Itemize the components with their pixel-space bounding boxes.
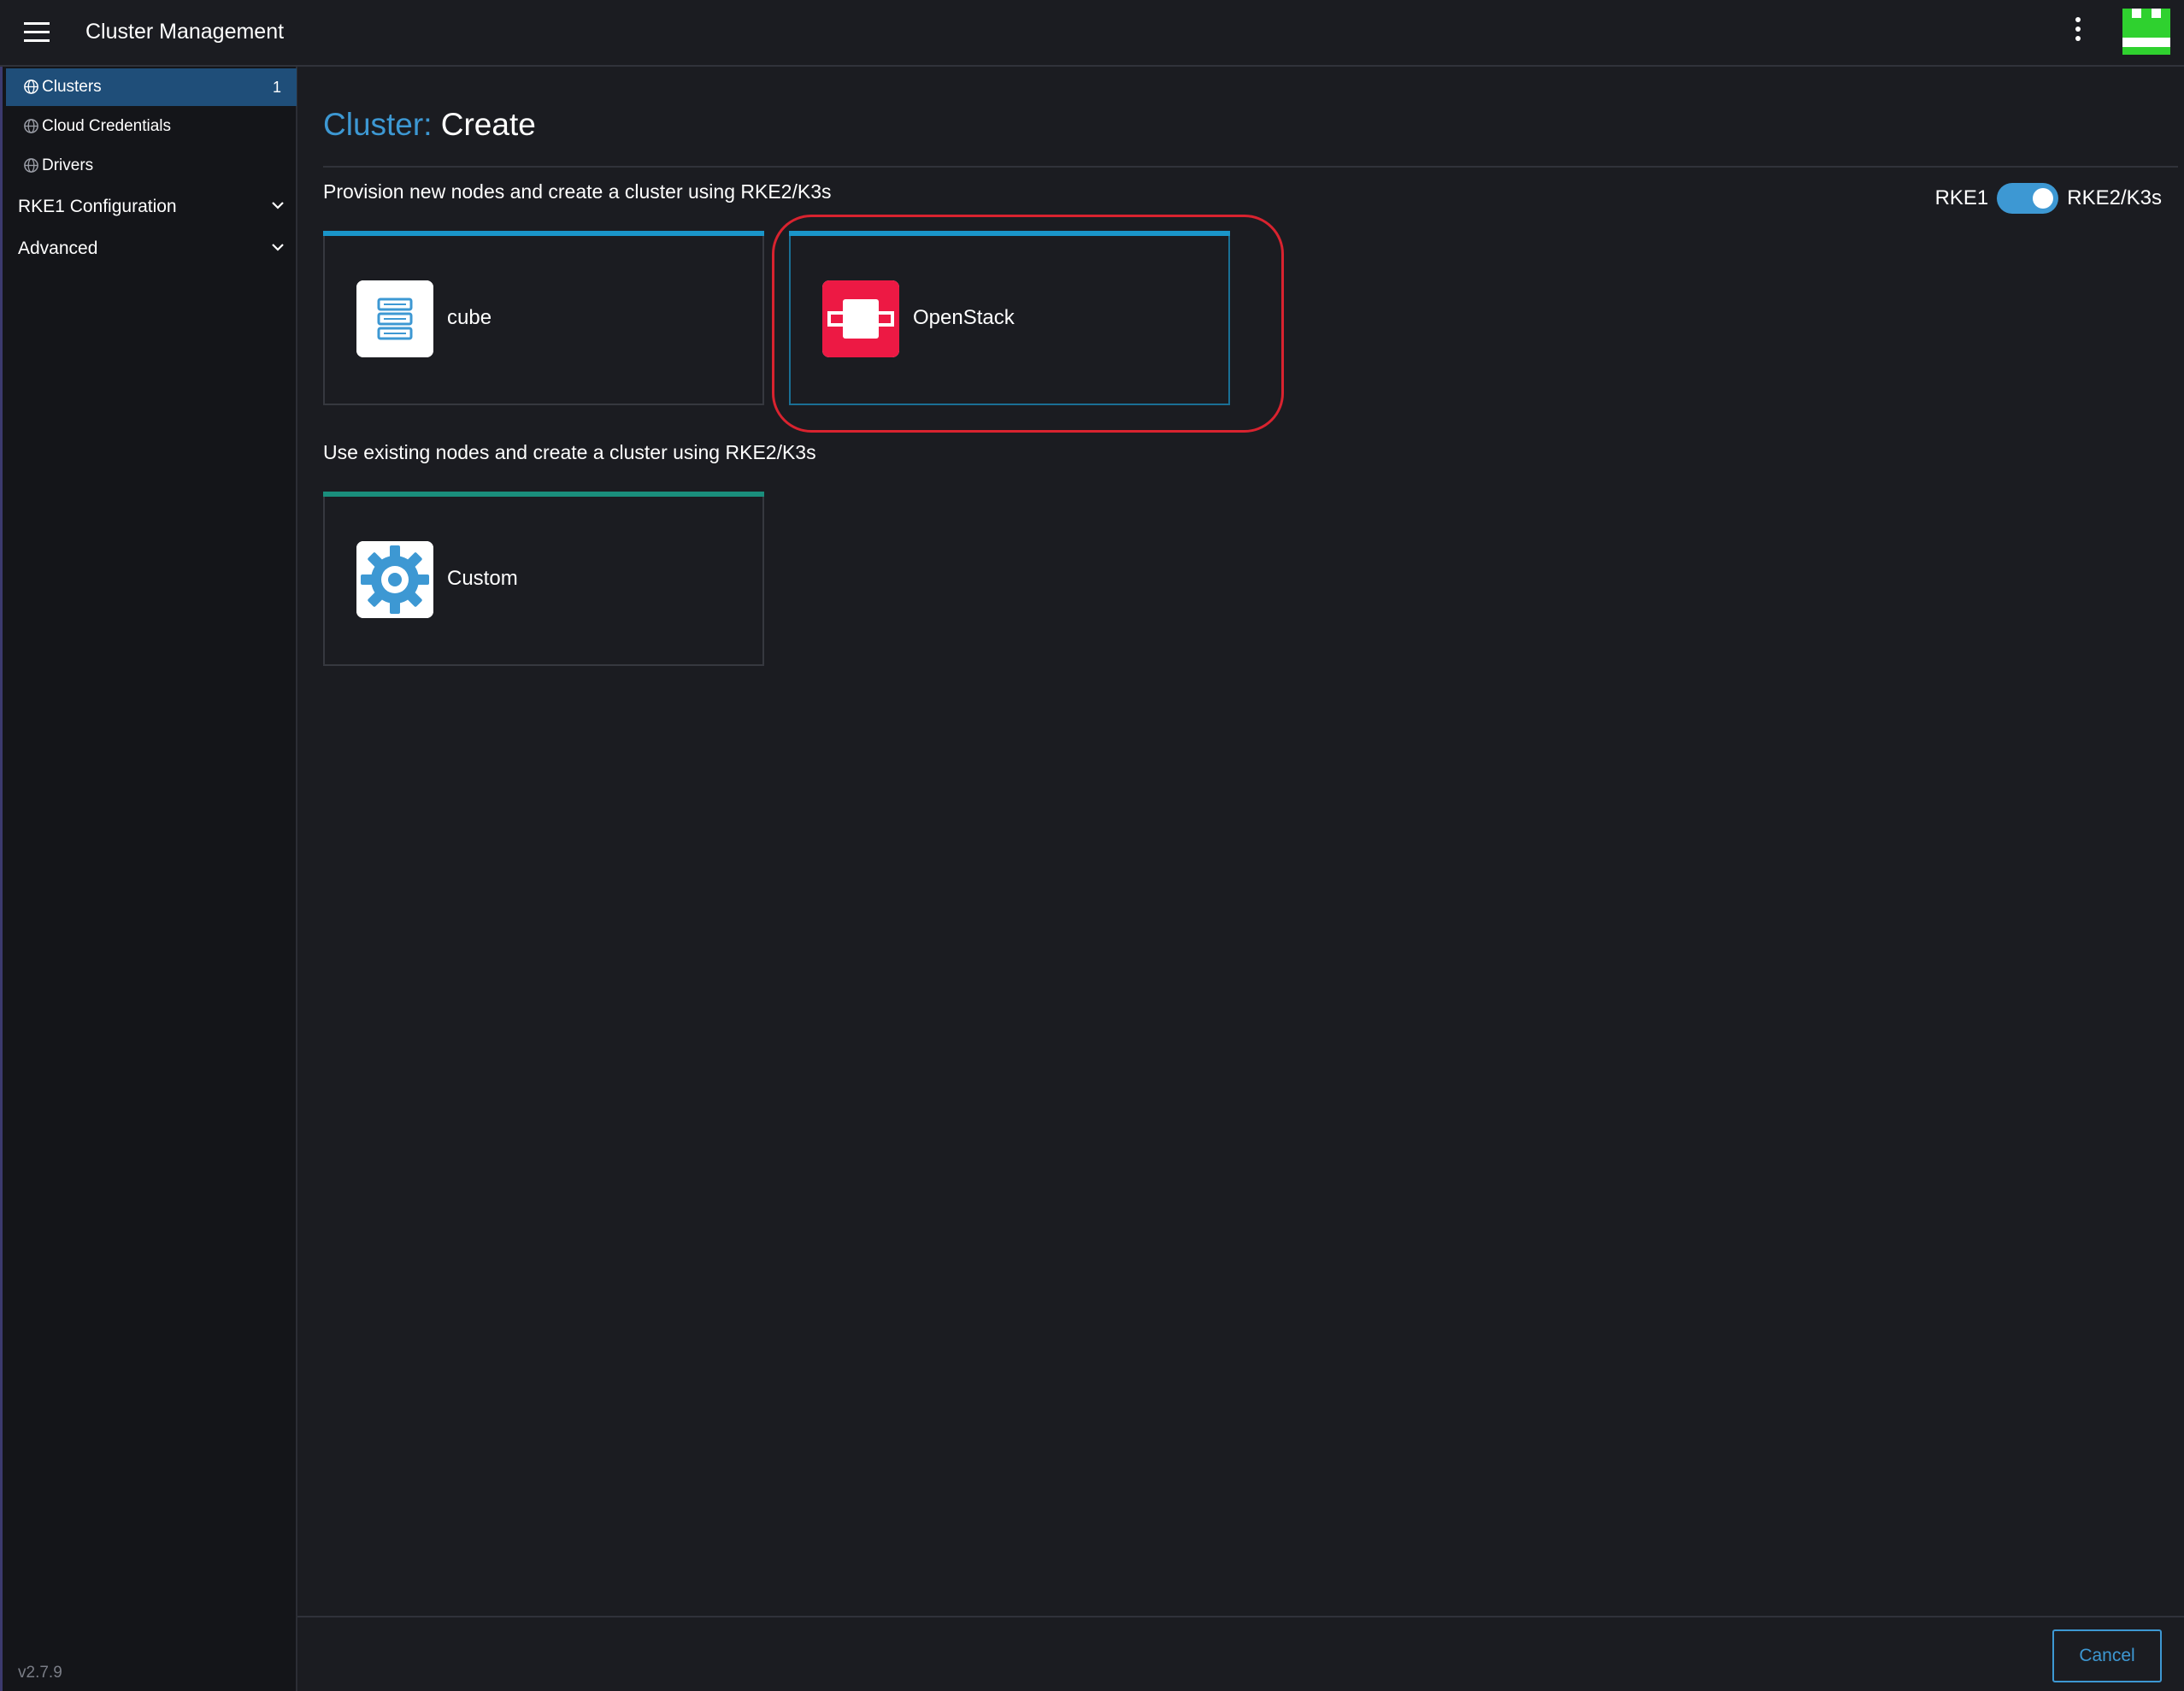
divider xyxy=(323,166,2178,168)
toggle-left-label: RKE1 xyxy=(1934,186,1989,209)
sidebar-group-rke1-configuration[interactable]: RKE1 Configuration xyxy=(6,186,297,226)
sidebar-item-cloud-credentials[interactable]: Cloud Credentials xyxy=(6,108,297,145)
sidebar-item-label: Cloud Credentials xyxy=(42,117,172,135)
card-accent-bar xyxy=(323,231,764,236)
card-name: OpenStack xyxy=(913,306,1015,329)
driver-card-custom[interactable]: Custom xyxy=(323,492,764,666)
card-accent-bar xyxy=(789,231,1230,236)
sidebar-item-label: Drivers xyxy=(42,156,94,174)
gear-icon xyxy=(356,541,433,618)
sidebar: Clusters 1 Cloud Credentials Drivers RKE… xyxy=(0,67,297,1691)
chevron-down-icon xyxy=(272,244,284,251)
toggle-right-label: RKE2/K3s xyxy=(2067,186,2162,209)
app-title: Cluster Management xyxy=(85,20,285,44)
sidebar-group-label: RKE1 Configuration xyxy=(18,197,177,216)
main-content: Cluster: Create RKE1 RKE2/K3s Provision … xyxy=(297,67,2184,1691)
title-action: Create xyxy=(440,107,536,142)
rke-version-toggle: RKE1 RKE2/K3s xyxy=(1935,181,2162,215)
avatar-pattern-icon xyxy=(2122,9,2170,55)
sidebar-item-label: Clusters xyxy=(42,78,102,96)
driver-card-openstack[interactable]: OpenStack xyxy=(789,231,1230,405)
footer-divider xyxy=(297,1616,2184,1617)
sidebar-group-label: Advanced xyxy=(18,239,98,258)
globe-icon xyxy=(24,119,38,133)
sidebar-item-drivers[interactable]: Drivers xyxy=(6,147,297,185)
globe-icon xyxy=(24,80,38,94)
sidebar-group-advanced[interactable]: Advanced xyxy=(6,228,297,268)
version-label: v2.7.9 xyxy=(18,1664,62,1682)
card-name: cube xyxy=(447,306,492,329)
server-stack-icon xyxy=(356,280,433,357)
hamburger-menu-icon[interactable] xyxy=(24,22,50,43)
chevron-down-icon xyxy=(272,202,284,209)
sidebar-item-clusters[interactable]: Clusters 1 xyxy=(6,68,297,106)
section-label-provision: Provision new nodes and create a cluster… xyxy=(323,180,832,203)
driver-card-cube[interactable]: cube xyxy=(323,231,764,405)
globe-icon xyxy=(24,158,38,173)
avatar[interactable] xyxy=(2122,9,2170,55)
page-title: Cluster: Create xyxy=(323,104,536,145)
title-breadcrumb-link[interactable]: Cluster: xyxy=(323,107,432,142)
cancel-button[interactable]: Cancel xyxy=(2052,1629,2162,1682)
section-label-existing: Use existing nodes and create a cluster … xyxy=(323,441,816,463)
openstack-logo-icon xyxy=(822,280,899,357)
top-header: Cluster Management xyxy=(0,0,2184,67)
card-accent-bar xyxy=(323,492,764,497)
rke-toggle-switch[interactable] xyxy=(1997,183,2059,214)
card-name: Custom xyxy=(447,567,518,590)
cluster-count-badge: 1 xyxy=(272,79,281,96)
toggle-knob xyxy=(2033,188,2054,209)
kebab-vertical-icon[interactable] xyxy=(2067,17,2089,48)
